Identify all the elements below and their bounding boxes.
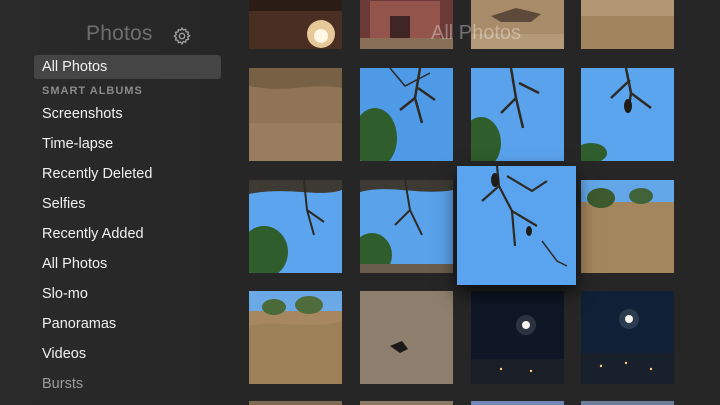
photo-thumbnail-focused[interactable]	[457, 166, 576, 285]
sidebar-item-videos[interactable]: Videos	[34, 339, 221, 369]
sidebar-menu: All Photos SMART ALBUMS Screenshots Time…	[34, 55, 221, 399]
sidebar-item-bursts[interactable]: Bursts	[34, 369, 221, 399]
photo-thumbnail[interactable]	[471, 291, 564, 384]
photo-thumbnail[interactable]	[360, 291, 453, 384]
photo-thumbnail[interactable]	[471, 401, 564, 405]
sidebar-item-slo-mo[interactable]: Slo-mo	[34, 279, 221, 309]
photo-thumbnail[interactable]	[360, 401, 453, 405]
photo-thumbnail[interactable]	[581, 0, 674, 49]
sidebar-item-panoramas[interactable]: Panoramas	[34, 309, 221, 339]
sidebar-item-recently-added[interactable]: Recently Added	[34, 219, 221, 249]
sidebar: Photos All Photos SMART ALBUMS Screensho…	[0, 0, 235, 405]
sidebar-item-time-lapse[interactable]: Time-lapse	[34, 129, 221, 159]
photo-thumbnail[interactable]	[249, 180, 342, 273]
photo-thumbnail[interactable]	[581, 291, 674, 384]
smart-albums-heading: SMART ALBUMS	[42, 85, 143, 97]
photo-thumbnail[interactable]	[249, 401, 342, 405]
photo-thumbnail[interactable]	[249, 0, 342, 49]
sidebar-item-recently-deleted[interactable]: Recently Deleted	[34, 159, 221, 189]
sidebar-item-selfies[interactable]: Selfies	[34, 189, 221, 219]
gear-icon[interactable]	[172, 26, 192, 46]
sidebar-header: Photos	[0, 20, 235, 52]
photo-grid	[235, 0, 720, 405]
photo-thumbnail[interactable]	[581, 68, 674, 161]
photo-thumbnail[interactable]	[471, 68, 564, 161]
photo-thumbnail[interactable]	[249, 68, 342, 161]
sidebar-item-all-photos-selected[interactable]: All Photos	[34, 55, 221, 79]
photo-thumbnail[interactable]	[360, 68, 453, 161]
sidebar-item-screenshots[interactable]: Screenshots	[34, 99, 221, 129]
content-title: All Photos	[431, 22, 522, 44]
photo-thumbnail[interactable]	[581, 401, 674, 405]
sidebar-title: Photos	[86, 22, 153, 45]
photo-thumbnail[interactable]	[581, 180, 674, 273]
photo-thumbnail[interactable]	[360, 180, 453, 273]
sidebar-item-all-photos[interactable]: All Photos	[34, 249, 221, 279]
photo-thumbnail[interactable]	[249, 291, 342, 384]
